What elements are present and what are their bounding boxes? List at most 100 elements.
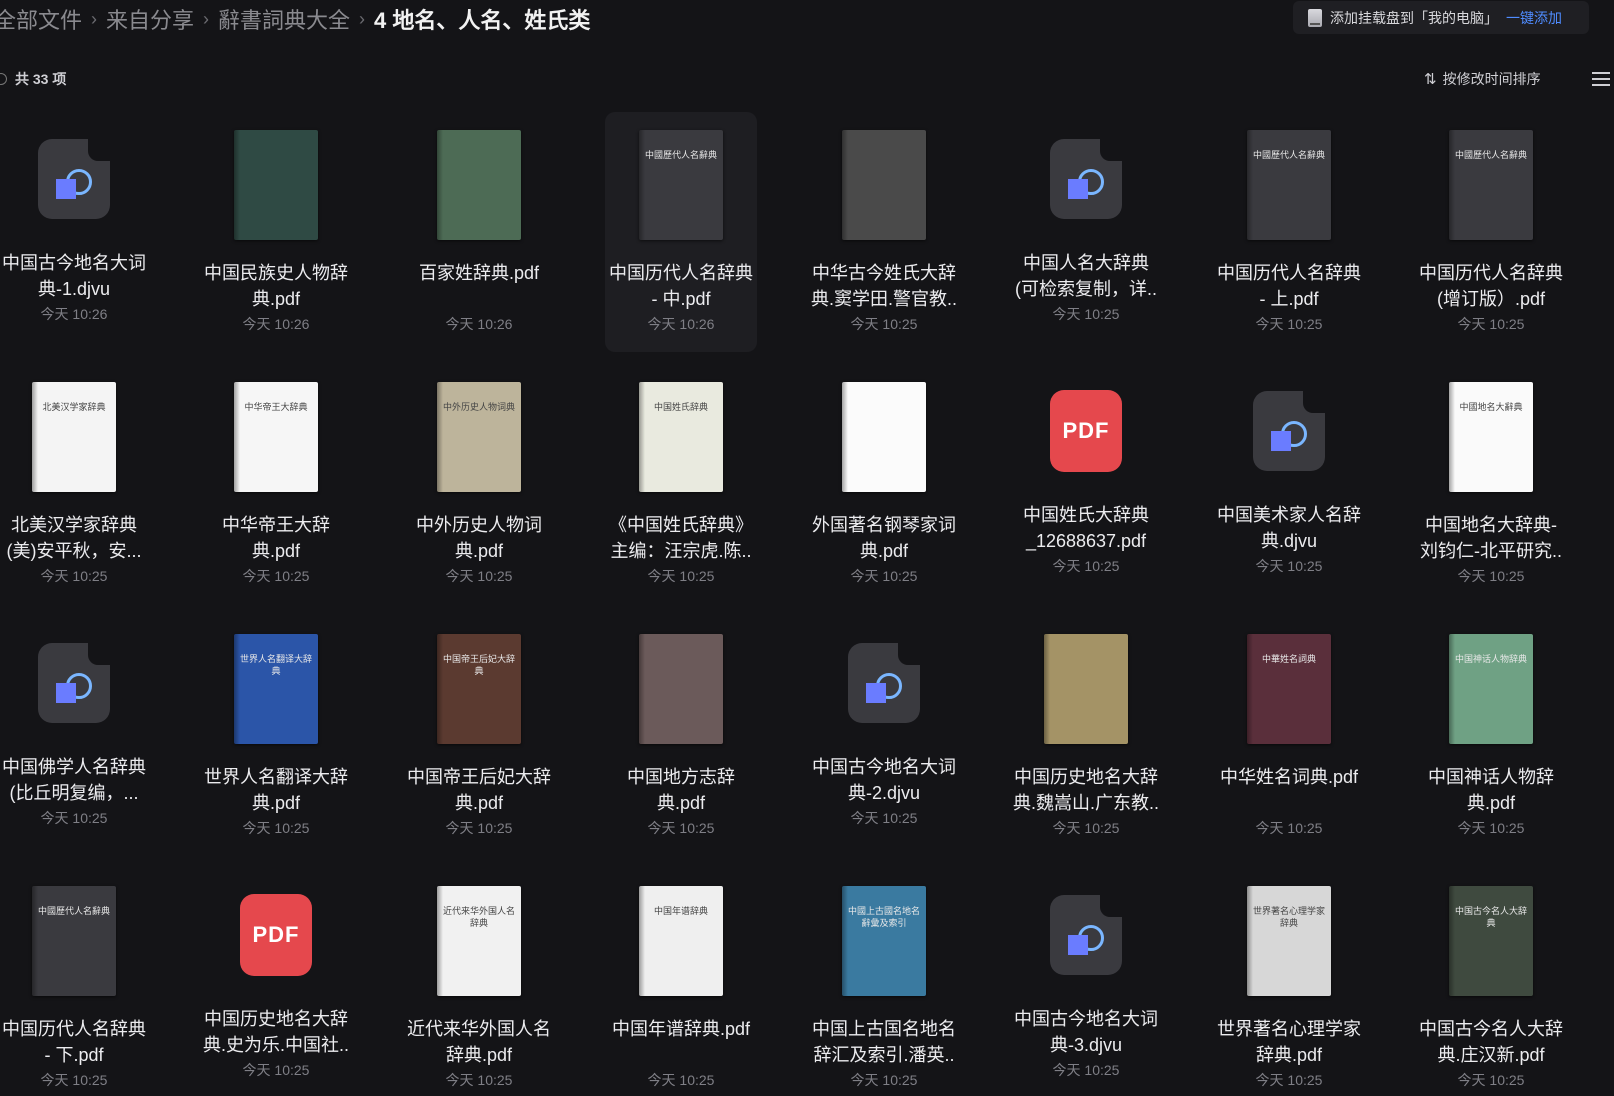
cover-title: 北美汉学家辞典 bbox=[42, 402, 106, 413]
book-cover-image: 中外历史人物词典 bbox=[437, 381, 521, 492]
file-name: 中国历史地名大辞典.史为乐.中国社.. bbox=[202, 1009, 349, 1055]
document-icon bbox=[1050, 139, 1122, 219]
book-cover-image bbox=[437, 129, 521, 240]
chevron-right-icon: › bbox=[359, 8, 366, 29]
file-modified-time: 今天 10:25 bbox=[647, 820, 715, 836]
file-item[interactable]: 中国古今地名大词典-1.djvu 今天 10:26 bbox=[0, 112, 150, 352]
file-thumbnail: PDF bbox=[1010, 386, 1162, 476]
file-name: 中国上古国名地名辞汇及索引.潘英.. bbox=[812, 1019, 956, 1065]
file-item[interactable]: 中國歷代人名辭典 中国历代人名辞典(增订版）.pdf 今天 10:25 bbox=[1415, 112, 1567, 352]
file-item[interactable]: 中国古今地名大词典-3.djvu 今天 10:25 bbox=[1010, 868, 1162, 1096]
cover-title: 中国姓氏辞典 bbox=[653, 402, 708, 413]
file-item[interactable]: 中国美术家人名辞典.djvu 今天 10:25 bbox=[1213, 364, 1365, 604]
file-thumbnail: 中国古今名人大辞典 bbox=[1415, 878, 1567, 1003]
file-name: 中国佛学人名辞典(比丘明复编，... bbox=[2, 757, 146, 803]
file-thumbnail: 世界著名心理学家辞典 bbox=[1213, 878, 1365, 1003]
file-item[interactable]: 中国帝王后妃大辞典 中国帝王后妃大辞典.pdf 今天 10:25 bbox=[403, 616, 555, 856]
file-item[interactable]: 中国古今名人大辞典 中国古今名人大辞典.庄汉新.pdf 今天 10:25 bbox=[1415, 868, 1567, 1096]
file-modified-time: 今天 10:25 bbox=[647, 568, 715, 584]
file-modified-time: 今天 10:26 bbox=[445, 316, 513, 332]
file-thumbnail: 中外历史人物词典 bbox=[403, 374, 555, 499]
file-item[interactable]: 中華姓名詞典 中华姓名词典.pdf 今天 10:25 bbox=[1213, 616, 1365, 856]
file-thumbnail bbox=[0, 134, 150, 224]
book-cover-image bbox=[842, 381, 926, 492]
file-item[interactable]: 北美汉学家辞典 北美汉学家辞典(美)安平秋，安... 今天 10:25 bbox=[0, 364, 150, 604]
book-cover-image: 中國上古國名地名辭彙及索引 bbox=[842, 885, 926, 996]
file-item[interactable]: 中外历史人物词典 中外历史人物词典.pdf 今天 10:25 bbox=[403, 364, 555, 604]
drive-icon bbox=[1308, 8, 1322, 27]
file-name: 中国姓氏大辞典_12688637.pdf bbox=[1023, 505, 1149, 551]
file-item[interactable]: 中国历史地名大辞典.魏嵩山.广东教.. 今天 10:25 bbox=[1010, 616, 1162, 856]
file-thumbnail bbox=[1010, 626, 1162, 751]
file-item[interactable]: 中国地方志辞典.pdf 今天 10:25 bbox=[605, 616, 757, 856]
file-item[interactable]: 中國歷代人名辭典 中国历代人名辞典 - 中.pdf 今天 10:26 bbox=[605, 112, 757, 352]
file-thumbnail: 中华帝王大辞典 bbox=[200, 374, 352, 499]
file-name: 中华姓名词典.pdf bbox=[1219, 767, 1359, 787]
file-item[interactable]: 世界著名心理学家辞典世界著名心理学家辞典.pdf 今天 10:25 bbox=[1213, 868, 1365, 1096]
one-click-add-link[interactable]: 一键添加 bbox=[1506, 8, 1562, 28]
file-modified-time: 今天 10:26 bbox=[242, 316, 310, 332]
breadcrumb-all-files[interactable]: 全部文件 bbox=[0, 3, 82, 35]
book-cover-image: 世界著名心理学家辞典 bbox=[1247, 885, 1331, 996]
file-name: 中外历史人物词典.pdf bbox=[416, 515, 542, 561]
file-name: 中国历代人名辞典 - 下.pdf bbox=[2, 1019, 146, 1065]
cover-title: 中国神话人物辞典 bbox=[1455, 654, 1528, 665]
file-name: 中国地方志辞典.pdf bbox=[627, 767, 735, 813]
file-item[interactable]: 百家姓辞典.pdf 今天 10:26 bbox=[403, 112, 555, 352]
file-name: 中国古今地名大词典-1.djvu bbox=[2, 253, 146, 299]
book-cover-image: 中国古今名人大辞典 bbox=[1449, 885, 1533, 996]
file-item[interactable]: 中國上古國名地名辭彙及索引 中国上古国名地名辞汇及索引.潘英.. 今天 10:25 bbox=[808, 868, 960, 1096]
breadcrumb-shared[interactable]: 来自分享 bbox=[106, 3, 194, 35]
file-name: 中国历史地名大辞典.魏嵩山.广东教.. bbox=[1012, 767, 1159, 813]
file-item[interactable]: 中國歷代人名辭典 中国历代人名辞典 - 上.pdf 今天 10:25 bbox=[1213, 112, 1365, 352]
file-item[interactable]: PDF 中国姓氏大辞典_12688637.pdf 今天 10:25 bbox=[1010, 364, 1162, 604]
pdf-icon: PDF bbox=[1050, 390, 1122, 472]
file-item[interactable]: 中国神话人物辞典 中国神话人物辞典.pdf 今天 10:25 bbox=[1415, 616, 1567, 856]
file-item[interactable]: 近代来华外国人名辞典 近代来华外国人名辞典.pdf 今天 10:25 bbox=[403, 868, 555, 1096]
file-name: 世界人名翻译大辞典.pdf bbox=[204, 767, 348, 813]
file-thumbnail: 中国帝王后妃大辞典 bbox=[403, 626, 555, 751]
file-item[interactable]: PDF 中国历史地名大辞典.史为乐.中国社.. 今天 10:25 bbox=[200, 868, 352, 1096]
file-modified-time: 今天 10:25 bbox=[1457, 1072, 1525, 1088]
item-count: 共 33 项 bbox=[0, 68, 66, 90]
file-modified-time: 今天 10:25 bbox=[850, 316, 918, 332]
file-modified-time: 今天 10:25 bbox=[40, 1072, 108, 1088]
pdf-icon: PDF bbox=[240, 894, 312, 976]
file-modified-time: 今天 10:25 bbox=[1457, 820, 1525, 836]
file-item[interactable]: 中国人名大辞典(可检索复制，详.. 今天 10:25 bbox=[1010, 112, 1162, 352]
file-thumbnail: 中国年谱辞典 bbox=[605, 878, 757, 1003]
file-thumbnail: 中國地名大辭典 bbox=[1415, 374, 1567, 499]
file-modified-time: 今天 10:26 bbox=[647, 316, 715, 332]
file-item[interactable]: 中國歷代人名辭典中国历代人名辞典 - 下.pdf 今天 10:25 bbox=[0, 868, 150, 1096]
file-item[interactable]: 世界人名翻译大辞典 世界人名翻译大辞典.pdf 今天 10:25 bbox=[200, 616, 352, 856]
file-item[interactable]: 中国姓氏辞典 《中国姓氏辞典》主编：汪宗虎.陈.. 今天 10:25 bbox=[605, 364, 757, 604]
file-modified-time: 今天 10:25 bbox=[242, 1062, 310, 1078]
sort-button[interactable]: ⇅ 按修改时间排序 bbox=[1424, 68, 1541, 90]
file-name: 世界著名心理学家辞典.pdf bbox=[1217, 1019, 1361, 1065]
select-all-checkbox[interactable] bbox=[0, 73, 7, 85]
list-view-icon[interactable] bbox=[1592, 72, 1610, 86]
cover-title: 中华帝王大辞典 bbox=[244, 402, 308, 413]
breadcrumb-dictionaries[interactable]: 辭書詞典大全 bbox=[218, 3, 350, 35]
file-item[interactable]: 中华帝王大辞典 中华帝王大辞典.pdf 今天 10:25 bbox=[200, 364, 352, 604]
file-item[interactable]: 中國地名大辭典 中国地名大辞典-刘钧仁-北平研究.. 今天 10:25 bbox=[1415, 364, 1567, 604]
cover-title: 中國歷代人名辭典 bbox=[645, 150, 718, 161]
file-item[interactable]: 外国著名钢琴家词典.pdf 今天 10:25 bbox=[808, 364, 960, 604]
book-cover-image bbox=[234, 129, 318, 240]
file-thumbnail bbox=[808, 122, 960, 247]
book-cover-image: 世界人名翻译大辞典 bbox=[234, 633, 318, 744]
book-cover-image: 中華姓名詞典 bbox=[1247, 633, 1331, 744]
file-item[interactable]: 中华古今姓氏大辞典.窦学田.警官教.. 今天 10:25 bbox=[808, 112, 960, 352]
file-thumbnail bbox=[1010, 134, 1162, 224]
file-thumbnail bbox=[1213, 386, 1365, 476]
file-item[interactable]: 中国年谱辞典 中国年谱辞典.pdf 今天 10:25 bbox=[605, 868, 757, 1096]
chevron-right-icon: › bbox=[203, 8, 210, 29]
book-cover-image bbox=[639, 633, 723, 744]
file-thumbnail: 中国姓氏辞典 bbox=[605, 374, 757, 499]
file-item[interactable]: 中国佛学人名辞典(比丘明复编，... 今天 10:25 bbox=[0, 616, 150, 856]
file-thumbnail bbox=[605, 626, 757, 751]
cover-title: 中國歷代人名辭典 bbox=[38, 906, 111, 917]
file-item[interactable]: 中国古今地名大词典-2.djvu 今天 10:25 bbox=[808, 616, 960, 856]
file-item[interactable]: 中国民族史人物辞典.pdf 今天 10:26 bbox=[200, 112, 352, 352]
file-modified-time: 今天 10:25 bbox=[1255, 1072, 1323, 1088]
